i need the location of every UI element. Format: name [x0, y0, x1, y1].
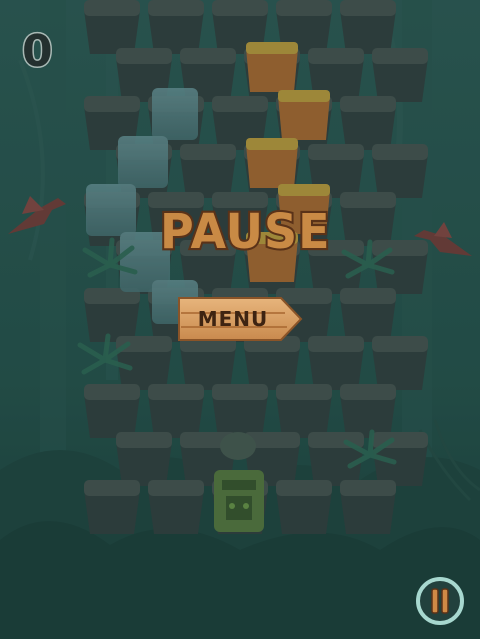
- menu-button[interactable]: MENU: [177, 294, 303, 344]
- score-counter: 0: [21, 25, 55, 79]
- menu-button-label: MENU: [197, 307, 269, 331]
- pause-title: PAUSE: [158, 201, 332, 262]
- pause-resume-button[interactable]: [415, 576, 465, 626]
- game-stage: 0 PAUSE MENU: [0, 0, 480, 639]
- pause-icon: [416, 577, 464, 625]
